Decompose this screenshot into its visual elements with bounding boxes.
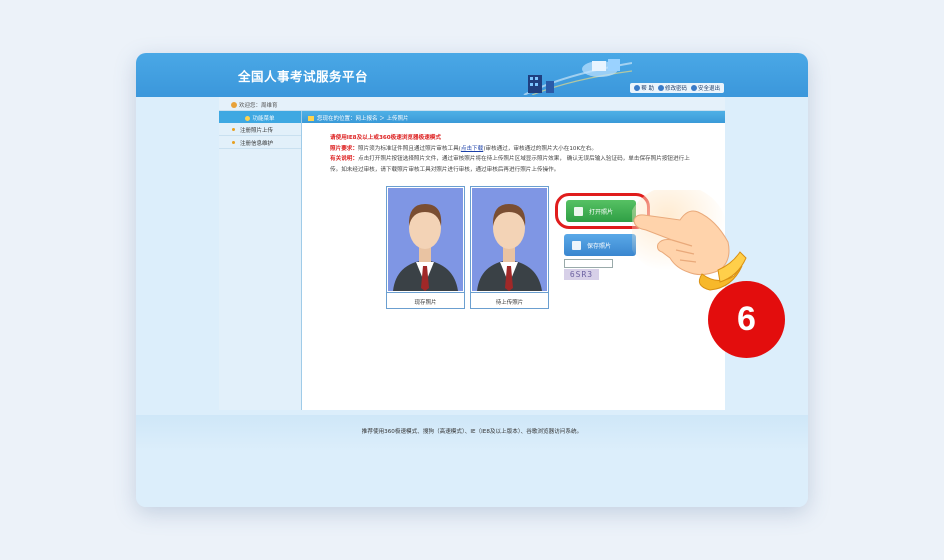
- captcha-image[interactable]: 6SR3: [564, 269, 599, 280]
- welcome-text: 欢迎您：周维育: [239, 103, 278, 109]
- change-password-link[interactable]: 修改密码: [657, 84, 687, 92]
- help-icon: [634, 85, 641, 91]
- note-label: 有关说明：: [330, 156, 358, 162]
- site-footer: 推荐使用360极速模式、搜狗（高速模式）、IE（IE8及以上版本）、谷歌浏览器访…: [136, 415, 808, 507]
- key-icon: [657, 85, 664, 91]
- site-title: 全国人事考试服务平台: [238, 69, 369, 84]
- pending-photo-frame: 待上传照片: [470, 186, 549, 309]
- browser-recommendation: 推荐使用360极速模式、搜狗（高速模式）、IE（IE8及以上版本）、谷歌浏览器访…: [361, 429, 583, 435]
- pending-photo-placeholder: [472, 188, 547, 291]
- save-photo-button[interactable]: 保存照片: [564, 234, 636, 256]
- current-photo-placeholder: [388, 188, 463, 291]
- top-links: 帮 助 修改密码 安全退出: [630, 83, 724, 93]
- sidebar: 功能菜单 注册照片上传 注册信息维护: [219, 111, 302, 410]
- header-decoration-graphic: [523, 59, 632, 95]
- welcome-bar: 欢迎您：周维育: [219, 97, 725, 111]
- user-icon: [231, 102, 237, 108]
- person-silhouette-icon: [393, 204, 458, 291]
- exit-icon: [690, 85, 697, 91]
- sidebar-item-label: 注册照片上传: [240, 128, 274, 134]
- sidebar-title: 功能菜单: [252, 116, 275, 122]
- sidebar-item-info-maintain[interactable]: 注册信息维护: [219, 136, 301, 149]
- step-number-badge: 6: [708, 281, 785, 358]
- browser-tip: 请使用IE8及以上或360极速浏览器极速模式: [330, 135, 441, 141]
- logout-link[interactable]: 安全退出: [690, 84, 720, 92]
- download-tool-link[interactable]: 点击下载: [461, 146, 483, 152]
- captcha-input[interactable]: [564, 259, 613, 268]
- upload-notice: 请使用IE8及以上或360极速浏览器极速模式 照片要求：照片须为标准证件照且通过…: [330, 135, 690, 173]
- site-header: 全国人事考试服务平台 帮 助 修改密码 安全退出: [136, 53, 808, 97]
- breadcrumb: 您现在的位置：网上报名 ＞ 上传照片: [302, 111, 725, 123]
- current-photo-frame: 现存照片: [386, 186, 465, 309]
- help-link[interactable]: 帮 助: [634, 84, 654, 92]
- sidebar-item-photo-upload[interactable]: 注册照片上传: [219, 123, 301, 136]
- pending-photo-caption: 待上传照片: [471, 292, 548, 308]
- menu-icon: [245, 116, 251, 121]
- requirement-label: 照片要求：: [330, 145, 358, 152]
- save-icon: [572, 240, 581, 250]
- sidebar-header: 功能菜单: [219, 111, 301, 123]
- current-photo-caption: 现存照片: [387, 292, 464, 308]
- home-icon: [308, 116, 314, 121]
- person-silhouette-icon: [477, 204, 542, 291]
- sidebar-item-label: 注册信息维护: [240, 141, 274, 147]
